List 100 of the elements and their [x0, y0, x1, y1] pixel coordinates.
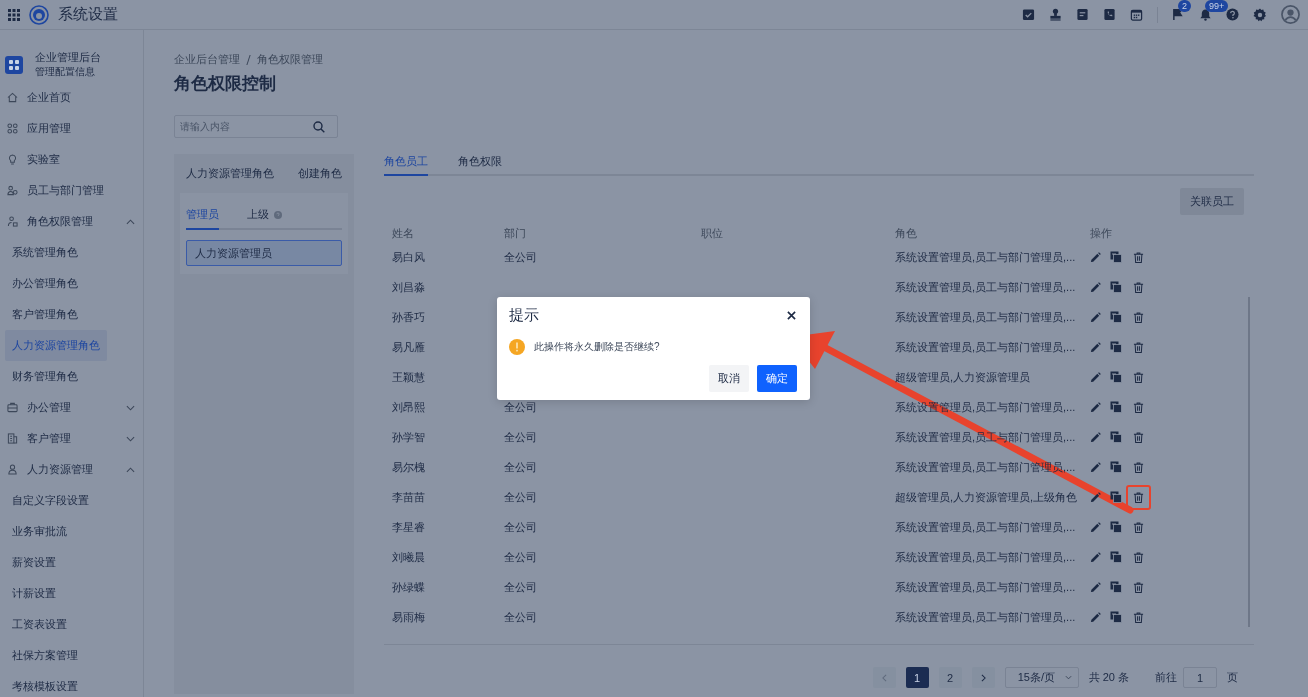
sidebar-item[interactable]: 员工与部门管理 — [0, 175, 143, 206]
sidebar-item[interactable]: 角色权限管理 — [0, 206, 143, 237]
help-icon[interactable] — [1226, 8, 1239, 21]
bell-icon[interactable] — [1199, 8, 1212, 21]
delete-icon[interactable] — [1133, 251, 1144, 263]
copy-icon[interactable] — [1110, 611, 1122, 623]
edit-icon[interactable] — [1090, 341, 1101, 353]
edit-icon[interactable] — [1090, 461, 1101, 473]
apps-grid-icon[interactable] — [8, 8, 20, 21]
copy-icon[interactable] — [1110, 371, 1122, 383]
edit-icon[interactable] — [1090, 521, 1101, 533]
tab[interactable]: 角色权限 — [458, 154, 502, 176]
tab[interactable]: 角色员工 — [384, 154, 428, 176]
sidebar-subitem[interactable]: 自定义字段设置 — [5, 485, 96, 516]
calendar-icon[interactable] — [1130, 8, 1143, 21]
sidebar-subitem[interactable]: 财务管理角色 — [5, 361, 85, 392]
sidebar-item[interactable]: 应用管理 — [0, 113, 143, 144]
copy-icon[interactable] — [1110, 431, 1122, 443]
copy-icon[interactable] — [1110, 551, 1122, 563]
sidebar-subitem[interactable]: 业务审批流 — [5, 516, 74, 547]
delete-icon[interactable] — [1133, 281, 1144, 293]
edit-icon[interactable] — [1090, 401, 1101, 413]
table-cell: 全公司 — [504, 610, 537, 623]
sidebar-subitem[interactable]: 办公管理角色 — [5, 268, 85, 299]
copy-icon[interactable] — [1110, 281, 1122, 293]
copy-icon[interactable] — [1110, 341, 1122, 353]
flag-icon[interactable] — [1172, 8, 1185, 21]
copy-icon[interactable] — [1110, 461, 1122, 473]
table-cell: 全公司 — [504, 580, 537, 593]
edit-icon[interactable] — [1090, 311, 1101, 323]
role-tab[interactable]: 上级 — [247, 207, 282, 230]
copy-icon[interactable] — [1110, 521, 1122, 533]
table-cell-text: 孙学智 — [392, 429, 426, 445]
page-size-select[interactable]: 15条/页 — [1004, 667, 1079, 688]
document-icon[interactable] — [1076, 8, 1089, 21]
panel-title: 人力资源管理角色 — [186, 166, 274, 181]
sidebar-subitem[interactable]: 系统管理角色 — [5, 237, 85, 268]
delete-icon[interactable] — [1133, 491, 1144, 503]
sidebar-subitem[interactable]: 社保方案管理 — [5, 640, 85, 671]
person-lock-icon — [7, 216, 18, 227]
edit-icon[interactable] — [1090, 281, 1101, 293]
stamp-icon[interactable] — [1049, 8, 1062, 21]
copy-icon[interactable] — [1110, 581, 1122, 593]
sidebar-item[interactable]: 客户管理 — [0, 423, 143, 454]
sidebar-subitem[interactable]: 工资表设置 — [5, 609, 74, 640]
copy-icon[interactable] — [1110, 251, 1122, 263]
delete-icon[interactable] — [1133, 551, 1144, 563]
warning-icon — [509, 339, 525, 355]
delete-icon[interactable] — [1133, 521, 1144, 533]
edit-icon[interactable] — [1090, 611, 1101, 623]
table-cell-text: 易白风 — [392, 249, 426, 265]
sidebar-item[interactable]: 办公管理 — [0, 392, 143, 423]
delete-icon[interactable] — [1133, 311, 1144, 323]
edit-icon[interactable] — [1090, 581, 1101, 593]
edit-icon[interactable] — [1090, 431, 1101, 443]
calendar-check-icon[interactable] — [1022, 8, 1035, 21]
sidebar-subitem[interactable]: 薪资设置 — [5, 547, 63, 578]
edit-icon[interactable] — [1090, 371, 1101, 383]
cancel-button[interactable]: 取消 — [709, 365, 749, 392]
sidebar-subitem[interactable]: 考核模板设置 — [5, 671, 85, 697]
delete-icon[interactable] — [1133, 461, 1144, 473]
link-staff-button[interactable]: 关联员工 — [1180, 188, 1244, 215]
edit-icon[interactable] — [1090, 491, 1101, 503]
page-input[interactable]: 1 — [1183, 667, 1217, 688]
delete-icon[interactable] — [1133, 611, 1144, 623]
role-tab[interactable]: 管理员 — [186, 207, 219, 230]
phone-book-icon[interactable] — [1103, 8, 1116, 21]
copy-icon[interactable] — [1110, 401, 1122, 413]
table-cell-text: 易尔槐 — [392, 459, 426, 475]
sidebar-subitem[interactable]: 客户管理角色 — [5, 299, 85, 330]
delete-icon[interactable] — [1133, 341, 1144, 353]
copy-icon[interactable] — [1110, 311, 1122, 323]
edit-icon[interactable] — [1090, 251, 1101, 263]
close-icon[interactable] — [787, 311, 796, 320]
delete-icon[interactable] — [1133, 431, 1144, 443]
chevron-down-icon — [126, 404, 135, 411]
confirm-button[interactable]: 确定 — [757, 365, 797, 392]
column-header: 操作 — [1090, 225, 1112, 241]
breadcrumb-link[interactable]: 企业后台管理 — [174, 52, 240, 67]
sidebar-subitem[interactable]: 人力资源管理角色 — [5, 330, 107, 361]
table-cell-text: 系统设置管理员,员工与部门管理员,... — [895, 309, 1077, 325]
copy-icon[interactable] — [1110, 491, 1122, 503]
sidebar-subitem[interactable]: 计薪设置 — [5, 578, 63, 609]
page-button[interactable]: 1 — [905, 667, 929, 688]
page-button[interactable]: 2 — [938, 667, 962, 688]
chevron-right-icon[interactable] — [980, 673, 986, 682]
delete-icon[interactable] — [1133, 371, 1144, 383]
delete-icon[interactable] — [1133, 581, 1144, 593]
create-role-link[interactable]: 创建角色 — [298, 166, 342, 181]
table-cell-text: 孙香巧 — [392, 309, 426, 325]
delete-icon[interactable] — [1133, 401, 1144, 413]
edit-icon[interactable] — [1090, 551, 1101, 563]
settings-icon[interactable] — [1253, 7, 1267, 22]
sidebar-item[interactable]: 人力资源管理 — [0, 454, 143, 485]
sidebar-item[interactable]: 企业首页 — [0, 82, 143, 113]
breadcrumb-link[interactable]: 角色权限管理 — [257, 52, 323, 67]
search-icon[interactable] — [313, 120, 325, 133]
role-item[interactable]: 人力资源管理员 — [186, 240, 342, 266]
sidebar-item[interactable]: 实验室 — [0, 144, 143, 175]
avatar-icon[interactable] — [1281, 5, 1300, 24]
